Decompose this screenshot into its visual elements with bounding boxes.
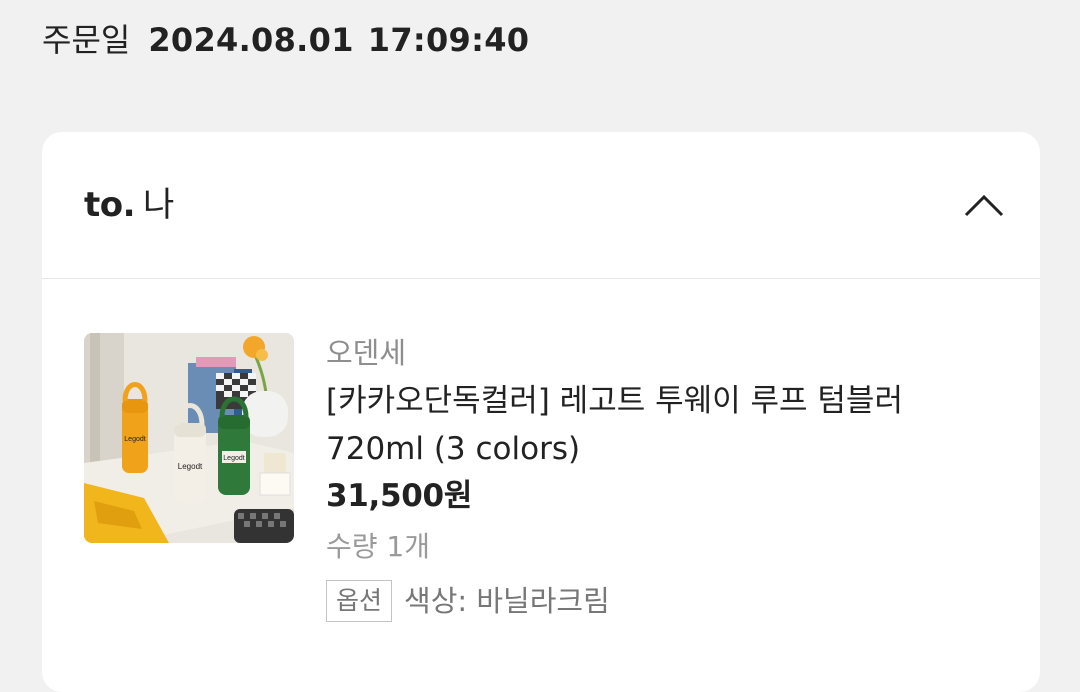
option-value: 색상: 바닐라크림 [404, 584, 610, 618]
option-badge: 옵션 [326, 580, 393, 622]
recipient-name: 나 [143, 185, 175, 225]
product-title: [카카오단독컬러] 레고트 투웨이 루프 텀블러 720ml (3 colors… [326, 377, 1006, 473]
price-value: 31,500 [326, 478, 444, 514]
product-title-line2: 720ml (3 colors) [326, 431, 581, 467]
order-date-label: 주문일 [42, 21, 131, 59]
product-thumbnail[interactable]: Legodt Legodt Legodt [84, 333, 294, 543]
product-quantity: 수량 1개 [326, 530, 430, 563]
order-date-value: 2024.08.01 [148, 21, 354, 59]
chevron-up-icon [964, 194, 1004, 217]
collapse-button[interactable] [962, 184, 1006, 228]
order-item-card: to. 나 Legodt Legodt Legodt 오덴세 [카카오단독컬러]… [42, 132, 1040, 692]
recipient: to. 나 [84, 182, 174, 228]
svg-text:Legodt: Legodt [178, 462, 203, 471]
tumbler-logo: Legodt [124, 436, 145, 443]
product-brand: 오덴세 [326, 336, 407, 370]
recipient-header[interactable]: to. 나 [42, 132, 1040, 279]
recipient-prefix: to. [84, 185, 136, 225]
product-title-line1: [카카오단독컬러] 레고트 투웨이 루프 텀블러 [326, 383, 903, 419]
svg-text:Legodt: Legodt [223, 455, 244, 462]
order-date: 주문일 2024.08.01 17:09:40 [42, 18, 529, 62]
product-price: 31,500원 [326, 473, 1006, 519]
product-option: 옵션 색상: 바닐라크림 [326, 579, 1006, 623]
price-currency: 원 [443, 478, 473, 514]
product-info[interactable]: 오덴세 [카카오단독컬러] 레고트 투웨이 루프 텀블러 720ml (3 co… [326, 332, 1006, 623]
order-time-value: 17:09:40 [367, 21, 530, 59]
